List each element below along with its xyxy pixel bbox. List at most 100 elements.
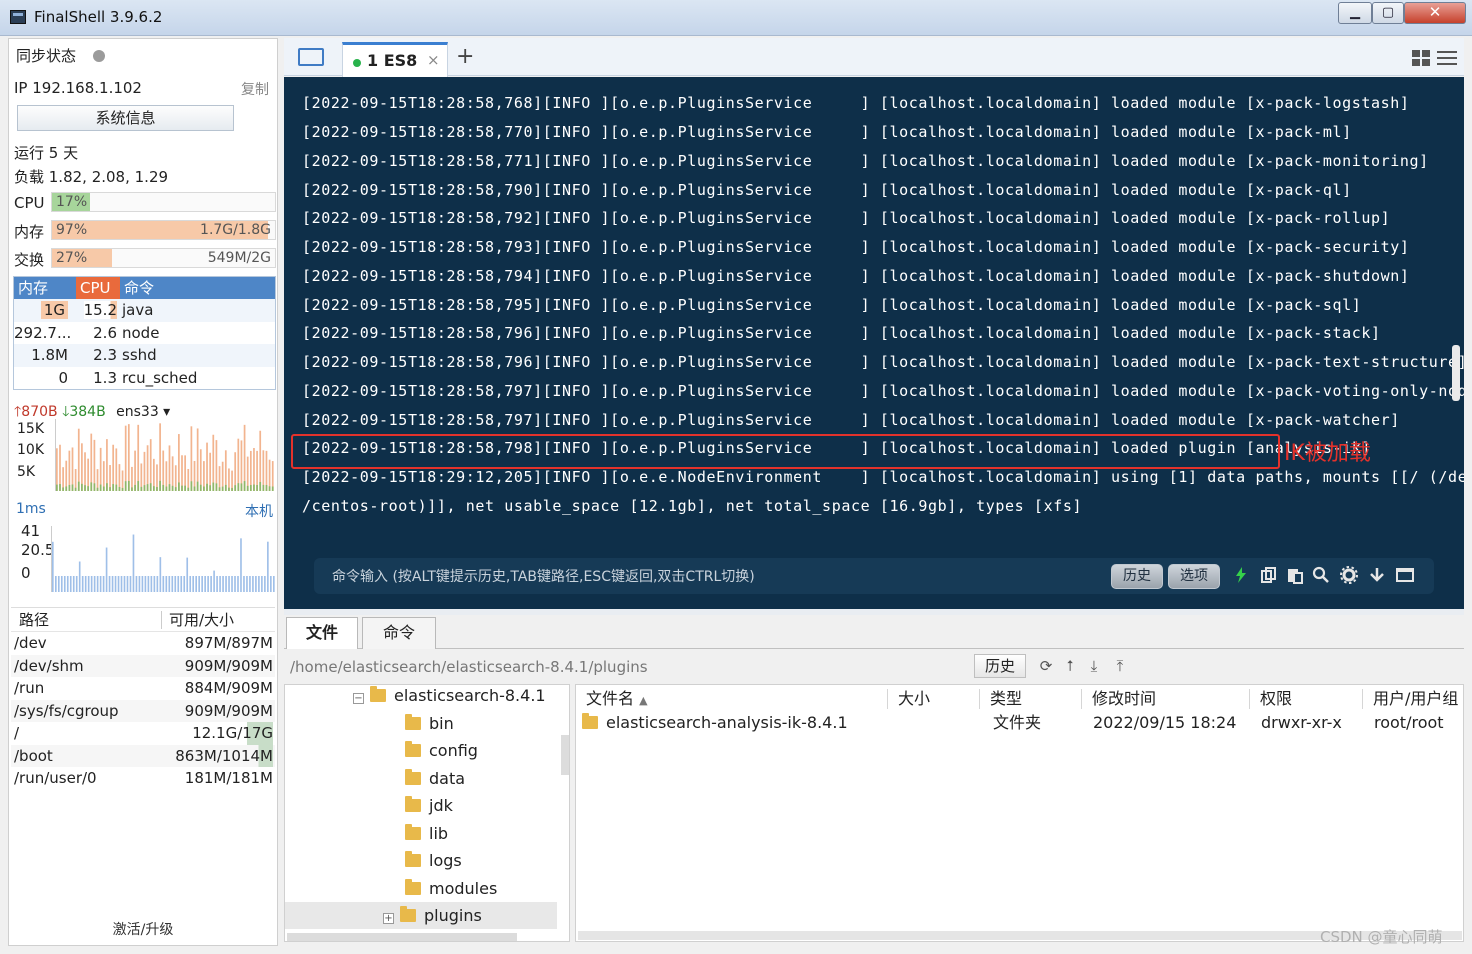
process-cmd: rcu_sched bbox=[122, 368, 198, 387]
sparkline-bar bbox=[52, 541, 54, 592]
terminal[interactable]: [2022-09-15T18:28:58,768][INFO ][o.e.p.P… bbox=[284, 77, 1464, 609]
download-icon[interactable]: ⤓ bbox=[1086, 658, 1102, 674]
sparkline-bar-secondary bbox=[121, 487, 124, 491]
sparkline-bar bbox=[246, 576, 248, 592]
close-button[interactable]: ✕ bbox=[1404, 2, 1466, 24]
tree-node[interactable]: bin bbox=[405, 710, 454, 737]
tree-node-root[interactable]: − elasticsearch-8.4.1 bbox=[353, 685, 546, 709]
file-col-type[interactable]: 类型 bbox=[990, 687, 1022, 711]
tree-node[interactable]: modules bbox=[405, 875, 497, 902]
file-col-owner[interactable]: 用户/用户组 bbox=[1373, 687, 1458, 711]
latency-host[interactable]: 本机 bbox=[245, 501, 273, 521]
collapse-icon[interactable]: − bbox=[353, 693, 364, 704]
process-row[interactable]: 0 1.3 rcu_sched bbox=[14, 366, 275, 389]
network-interface-select[interactable]: ens33 bbox=[116, 404, 159, 420]
sparkline-bar-secondary bbox=[256, 484, 258, 491]
disk-path: /sys/fs/cgroup bbox=[14, 701, 119, 720]
download-arrow-icon[interactable] bbox=[1368, 566, 1386, 584]
sparkline-bar-secondary bbox=[271, 486, 274, 491]
system-info-button[interactable]: 系统信息 bbox=[17, 105, 234, 131]
sparkline-bar-secondary bbox=[74, 487, 77, 491]
chevron-down-icon[interactable]: ▾ bbox=[159, 404, 170, 420]
folder-icon bbox=[400, 906, 416, 922]
file-col-name[interactable]: 文件名 ▲ bbox=[586, 687, 648, 711]
disk-path: /dev/shm bbox=[14, 656, 84, 675]
sparkline-bar-secondary bbox=[149, 483, 152, 491]
tree-node[interactable]: data bbox=[405, 765, 465, 792]
sparkline-bar bbox=[115, 448, 118, 491]
disk-row[interactable]: /run/user/0 181M/181M bbox=[11, 767, 275, 790]
activate-upgrade-link[interactable]: 激活/升级 bbox=[9, 919, 277, 939]
add-tab-button[interactable]: + bbox=[456, 44, 474, 69]
disk-col-path[interactable]: 路径 bbox=[19, 608, 49, 632]
file-col-size[interactable]: 大小 bbox=[898, 687, 930, 711]
menu-icon[interactable] bbox=[1437, 51, 1457, 65]
disk-row[interactable]: /dev 897M/897M bbox=[11, 632, 275, 655]
file-row-permissions: drwxr-xr-x bbox=[1261, 713, 1342, 732]
process-col-memory[interactable]: 内存 bbox=[18, 277, 48, 299]
sparkline-bar bbox=[177, 576, 180, 592]
copy-icon[interactable] bbox=[1260, 566, 1278, 584]
disk-col-size[interactable]: 可用/大小 bbox=[169, 608, 234, 632]
path-history-button[interactable]: 历史 bbox=[974, 654, 1026, 678]
sparkline-bar-secondary bbox=[127, 480, 130, 491]
tree-node[interactable]: logs bbox=[405, 847, 462, 874]
paste-icon[interactable] bbox=[1286, 566, 1304, 584]
tab-commands[interactable]: 命令 bbox=[362, 617, 436, 649]
file-row-owner: root/root bbox=[1374, 713, 1444, 732]
sparkline-bar-secondary bbox=[162, 484, 165, 491]
tree-node[interactable]: jdk bbox=[405, 792, 453, 819]
disk-row[interactable]: /run 884M/909M bbox=[11, 677, 275, 700]
window-icon[interactable] bbox=[1396, 566, 1414, 584]
process-col-command[interactable]: 命令 bbox=[124, 277, 154, 299]
tab-close-icon[interactable]: × bbox=[427, 51, 440, 69]
sparkline-bar bbox=[253, 448, 255, 491]
tree-node-selected[interactable]: + plugins bbox=[285, 902, 557, 929]
file-col-permissions[interactable]: 权限 bbox=[1260, 687, 1292, 711]
command-input[interactable]: 命令输入 (按ALT键提示历史,TAB键路径,ESC键返回,双击CTRL切换) bbox=[332, 566, 755, 586]
process-cmd: java bbox=[122, 301, 154, 319]
path-bar: /home/elasticsearch/elasticsearch-8.4.1/… bbox=[284, 652, 1464, 682]
disk-row[interactable]: /boot 863M/1014M bbox=[11, 744, 275, 767]
upload-icon[interactable]: ⤒ bbox=[1112, 658, 1128, 674]
memory-meter: 97% 1.7G/1.8G bbox=[51, 220, 276, 240]
tree-horizontal-scrollbar[interactable] bbox=[287, 933, 517, 941]
search-icon[interactable] bbox=[1312, 566, 1330, 584]
tree-node[interactable]: config bbox=[405, 737, 478, 764]
disk-row[interactable]: /sys/fs/cgroup 909M/909M bbox=[11, 699, 275, 722]
copy-ip-link[interactable]: 复制 bbox=[241, 79, 269, 99]
options-button[interactable]: 选项 bbox=[1168, 564, 1220, 589]
process-col-cpu[interactable]: CPU bbox=[76, 277, 120, 299]
refresh-icon[interactable]: ⟳ bbox=[1038, 658, 1054, 674]
terminal-line: [2022-09-15T18:28:58,771][INFO ][o.e.p.P… bbox=[302, 152, 1429, 170]
tree-node[interactable]: lib bbox=[405, 820, 448, 847]
process-row[interactable]: 292.7... 2.6 node bbox=[14, 321, 275, 344]
process-row[interactable]: 1.8M 2.3 sshd bbox=[14, 344, 275, 367]
command-input-bar[interactable]: 命令输入 (按ALT键提示历史,TAB键路径,ESC键返回,双击CTRL切换) … bbox=[314, 558, 1434, 594]
file-row-name[interactable]: elasticsearch-analysis-ik-8.4.1 bbox=[582, 711, 848, 735]
annotation-highlight-box bbox=[291, 434, 1280, 469]
expand-icon[interactable]: + bbox=[383, 913, 394, 924]
sparkline-bar-secondary bbox=[187, 487, 190, 491]
lightning-icon[interactable] bbox=[1232, 566, 1250, 584]
disk-row[interactable]: /dev/shm 909M/909M bbox=[11, 654, 275, 677]
up-directory-icon[interactable]: ⭡ bbox=[1062, 658, 1078, 674]
maximize-button[interactable]: ▢ bbox=[1372, 2, 1404, 24]
swap-amount: 549M/2G bbox=[207, 250, 271, 266]
disk-path: /dev bbox=[14, 634, 47, 652]
file-col-mtime[interactable]: 修改时间 bbox=[1092, 687, 1156, 711]
history-button[interactable]: 历史 bbox=[1111, 564, 1163, 589]
tree-scrollbar[interactable] bbox=[561, 735, 569, 775]
process-row[interactable]: 1G 15.2 java bbox=[14, 299, 275, 322]
path-input[interactable]: /home/elasticsearch/elasticsearch-8.4.1/… bbox=[288, 654, 968, 680]
grid-layout-icon[interactable] bbox=[1412, 50, 1430, 66]
tab-session-es8[interactable]: 1 ES8 × bbox=[342, 42, 448, 77]
gear-icon[interactable] bbox=[1340, 566, 1358, 584]
tab-files[interactable]: 文件 bbox=[286, 617, 358, 649]
folder-icon[interactable] bbox=[298, 48, 324, 66]
disk-row[interactable]: / 12.1G/17G bbox=[11, 722, 275, 745]
minimize-button[interactable]: ▁ bbox=[1338, 2, 1372, 24]
process-mem: 292.7... bbox=[14, 323, 72, 342]
terminal-scrollbar[interactable] bbox=[1452, 345, 1460, 401]
sparkline-bar bbox=[129, 576, 132, 592]
